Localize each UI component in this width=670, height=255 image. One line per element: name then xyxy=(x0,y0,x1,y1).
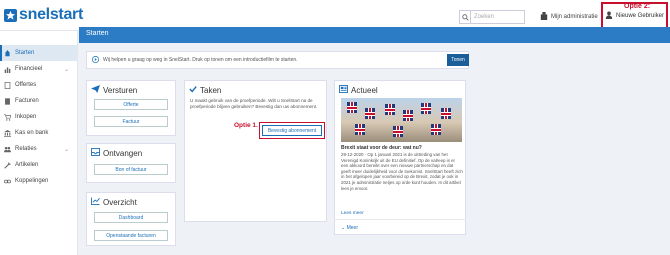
actueel-title: Actueel xyxy=(351,85,378,95)
sidebar-item-kas-en-bank[interactable]: Kas en bank xyxy=(0,125,77,141)
sidebar-item-label: Offertes xyxy=(15,82,37,88)
check-icon xyxy=(189,85,197,95)
admin-menu[interactable]: Mijn administratie xyxy=(540,12,598,22)
chart-line-icon xyxy=(91,197,100,207)
snelstart-logo[interactable]: snelstart xyxy=(4,6,83,24)
sidebar-item-relaties[interactable]: Relaties ⌄ xyxy=(0,141,77,157)
tools-icon xyxy=(4,161,11,169)
user-label: Nieuwe Gebruiker xyxy=(615,12,665,19)
chevron-down-icon: ⌄ xyxy=(63,146,69,153)
divider xyxy=(334,219,466,220)
sidebar-item-label: Facturen xyxy=(15,98,39,104)
people-icon xyxy=(4,146,11,153)
sidebar-item-starten[interactable]: Starten xyxy=(0,45,77,61)
sidebar-item-label: Artikelen xyxy=(15,162,39,168)
sidebar-item-artikelen[interactable]: Artikelen xyxy=(0,157,77,173)
news-text: 29-12-2020 · Op 1 januari 2021 is de uit… xyxy=(341,152,463,191)
search-icon[interactable] xyxy=(460,11,471,23)
star-icon xyxy=(4,8,17,22)
intro-banner: Wij helpen u graag op weg in SnelStart. … xyxy=(86,51,469,69)
inbox-icon xyxy=(91,148,100,158)
overzicht-title: Overzicht xyxy=(103,197,137,207)
sidebar: Starten Financieel ⌄ Offertes Facturen I… xyxy=(0,31,78,255)
newspaper-icon xyxy=(339,85,348,95)
link-icon xyxy=(3,178,11,185)
brexit-news-image[interactable] xyxy=(341,98,462,142)
sidebar-item-koppelingen[interactable]: Koppelingen xyxy=(0,173,77,189)
offerte-button[interactable]: Offerte xyxy=(94,99,168,110)
annotation-optie1: Optie 1. xyxy=(234,122,258,129)
sidebar-item-label: Starten xyxy=(15,50,35,56)
bank-icon xyxy=(4,129,11,137)
cart-icon xyxy=(4,113,12,121)
rocket-icon xyxy=(4,49,11,57)
admin-label: Mijn administratie xyxy=(551,14,598,20)
versturen-title: Versturen xyxy=(103,85,138,95)
user-icon xyxy=(605,11,613,21)
banner-text: Wij helpen u graag op weg in SnelStart. … xyxy=(103,57,298,63)
meer-link[interactable]: ⌄ Meer xyxy=(341,225,358,231)
sidebar-item-financieel[interactable]: Financieel ⌄ xyxy=(0,61,77,77)
chevron-down-icon: ⌄ xyxy=(341,225,346,231)
factuur-button[interactable]: Factuur xyxy=(94,116,168,127)
page-title: Starten xyxy=(79,27,670,43)
lees-meer-link[interactable]: Lees meer xyxy=(341,211,364,216)
search-input[interactable]: Zoeken xyxy=(474,14,494,20)
ontvangen-card: Ontvangen xyxy=(86,143,176,183)
ontvangen-title: Ontvangen xyxy=(103,148,143,158)
sidebar-item-label: Koppelingen xyxy=(15,178,49,184)
document-icon xyxy=(4,81,11,89)
taken-text: U maakt gebruik van de proefperiode. Wil… xyxy=(190,98,318,109)
bevestig-abonnement-button[interactable]: Bevestig abonnement xyxy=(259,122,325,139)
taken-title: Taken xyxy=(200,85,222,95)
news-title[interactable]: Brexit staat voor de deur: wat nu? xyxy=(341,145,422,151)
dashboard-button[interactable]: Dashboard xyxy=(94,212,168,223)
building-icon xyxy=(540,12,548,22)
annotation-optie2: Optie 2: xyxy=(624,3,651,10)
sidebar-item-label: Financieel xyxy=(15,66,43,72)
sidebar-item-facturen[interactable]: Facturen xyxy=(0,93,77,109)
search-box[interactable]: Zoeken xyxy=(459,10,525,24)
sidebar-item-inkopen[interactable]: Inkopen xyxy=(0,109,77,125)
bon-of-factuur-button[interactable]: Bon of factuur xyxy=(94,164,168,175)
logo-text: snelstart xyxy=(19,6,83,23)
sidebar-item-label: Inkopen xyxy=(15,114,37,120)
play-icon xyxy=(92,55,99,65)
openstaande-facturen-button[interactable]: Openstaande facturen xyxy=(94,230,168,241)
chevron-down-icon: ⌄ xyxy=(63,66,69,73)
chart-icon xyxy=(4,66,11,73)
send-icon xyxy=(91,85,100,95)
sidebar-item-offertes[interactable]: Offertes xyxy=(0,77,77,93)
tonen-button[interactable]: Tonen xyxy=(447,54,469,66)
invoice-icon xyxy=(4,97,11,105)
sidebar-item-label: Kas en bank xyxy=(15,130,49,136)
sidebar-item-label: Relaties xyxy=(15,146,37,152)
